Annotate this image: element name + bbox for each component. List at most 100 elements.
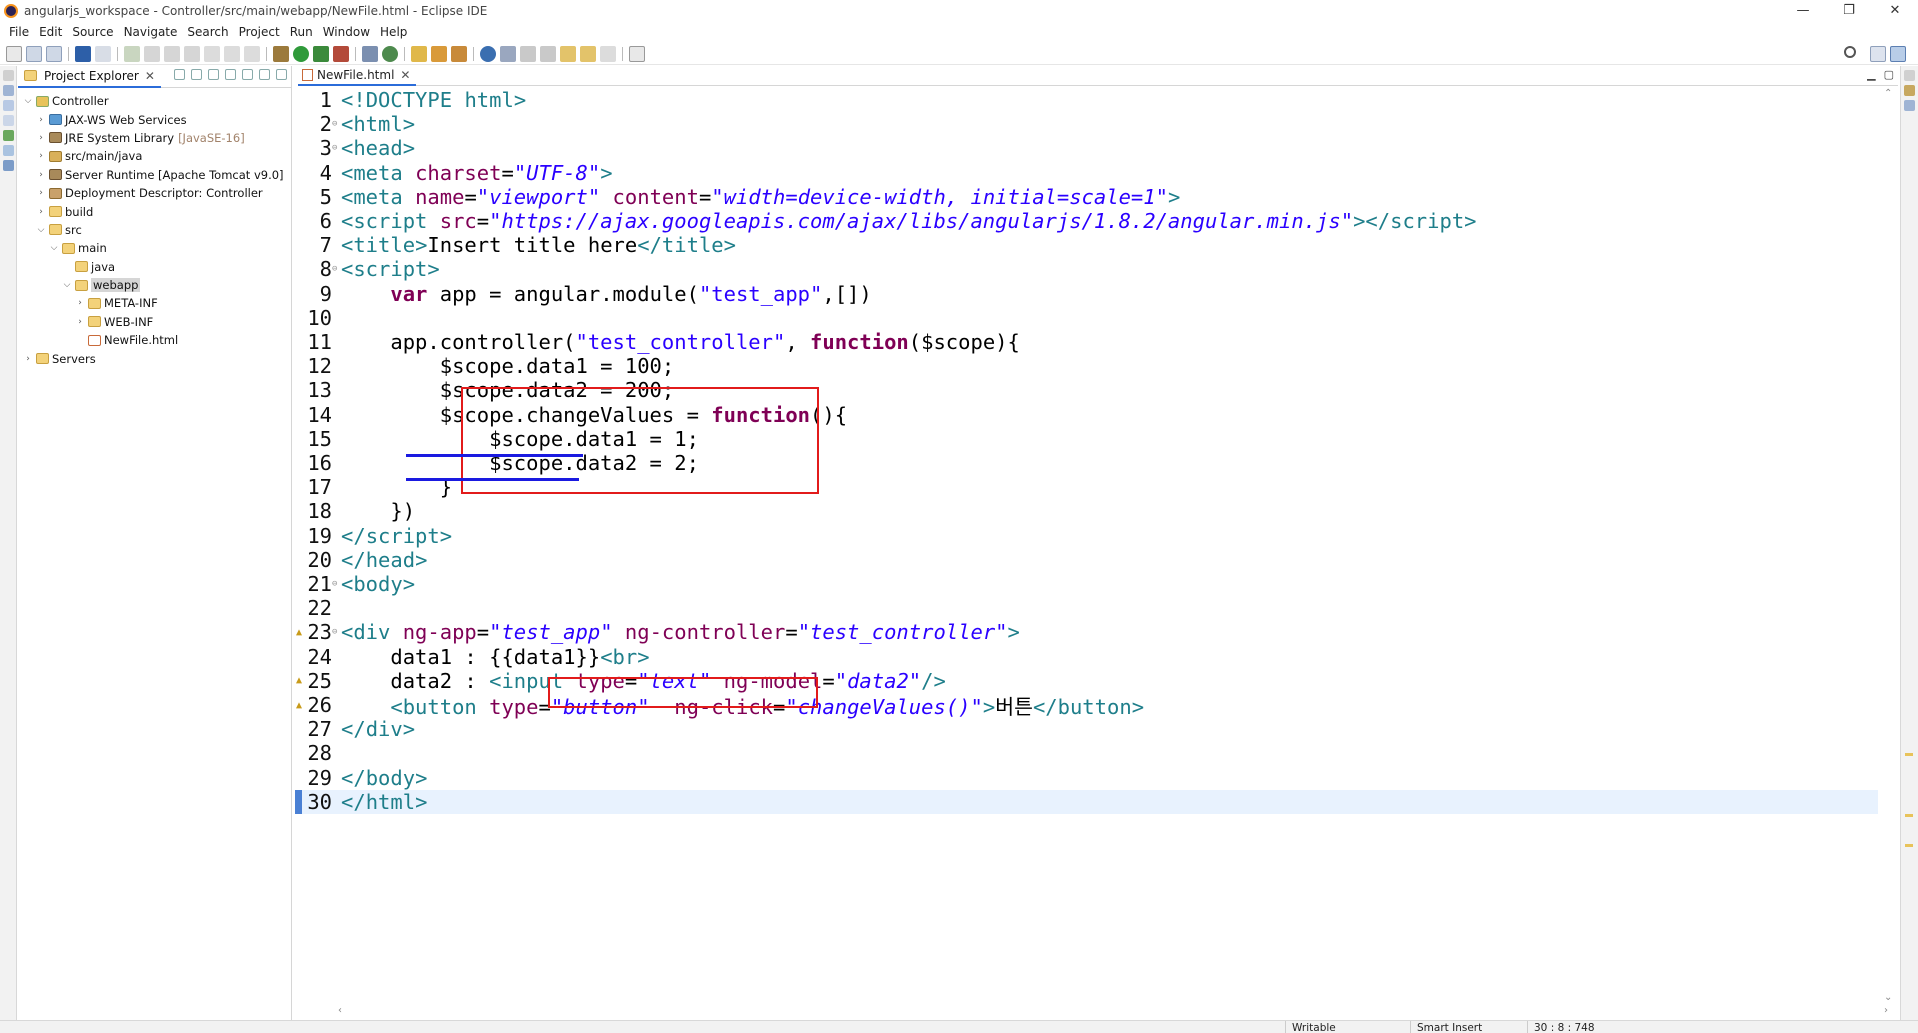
new-class-icon[interactable] <box>382 45 398 62</box>
code-line[interactable]: 8 ⊖ <script> <box>298 257 1878 281</box>
code-line[interactable]: 12 $scope.data1 = 100; <box>298 354 1878 378</box>
code-line[interactable]: ▲ 23 ⊖ <div ng-app="test_app" ng-controller… <box>296 620 1878 644</box>
new-server-icon[interactable] <box>362 45 378 62</box>
problems-icon[interactable] <box>3 115 14 126</box>
terminate-icon[interactable] <box>164 45 180 62</box>
terminal-icon[interactable] <box>75 45 91 62</box>
servers-icon[interactable] <box>3 145 14 156</box>
close-window-button[interactable]: ✕ <box>1872 0 1918 22</box>
chevron-right-icon[interactable]: › <box>35 170 47 180</box>
resume-icon[interactable] <box>124 45 140 62</box>
warning-icon[interactable]: ▲ <box>296 627 302 638</box>
code-line[interactable]: 19 </script> <box>298 524 1878 548</box>
new-icon[interactable] <box>6 45 22 62</box>
debug-icon[interactable] <box>273 45 289 62</box>
code-line[interactable]: 5 <meta name="viewport" content="width=de… <box>298 185 1878 209</box>
tab-project-explorer[interactable]: Project Explorer ✕ <box>18 66 161 88</box>
chevron-down-icon[interactable]: ⌵ <box>35 225 47 235</box>
chevron-right-icon[interactable]: › <box>22 354 34 364</box>
fold-toggle-icon[interactable]: ⊖ <box>332 579 340 589</box>
back-icon[interactable] <box>580 45 596 62</box>
warning-icon[interactable]: ▲ <box>296 675 302 686</box>
code-line[interactable]: 11 app.controller("test_controller", fun… <box>298 330 1878 354</box>
code-line[interactable]: 6 <script src="https://ajax.googleapis.co… <box>298 209 1878 233</box>
chevron-right-icon[interactable]: › <box>74 298 86 308</box>
disconnect-icon[interactable] <box>184 45 200 62</box>
task-view-icon[interactable] <box>1904 100 1915 111</box>
minimize-view-icon[interactable] <box>259 69 270 80</box>
tree-item[interactable]: ⌵ src <box>18 221 291 239</box>
restore-view-icon[interactable] <box>1904 70 1915 81</box>
chevron-down-icon[interactable]: ⌵ <box>22 96 34 106</box>
skip-breakpoints-icon[interactable] <box>95 45 111 62</box>
tree-item[interactable]: › WEB-INF <box>18 313 291 331</box>
chevron-right-icon[interactable]: › <box>35 207 47 217</box>
horizontal-scrollbar[interactable]: ‹ › <box>338 1004 1888 1020</box>
code-line[interactable]: 21 ⊖ <body> <box>298 572 1878 596</box>
run-icon[interactable] <box>293 45 309 62</box>
open-perspective-icon[interactable] <box>629 45 645 62</box>
tree-item[interactable]: › Servers <box>18 349 291 367</box>
chevron-down-icon[interactable]: ⌵ <box>61 280 73 290</box>
fold-toggle-icon[interactable]: ⊖ <box>332 264 340 274</box>
overview-warning-marker[interactable] <box>1905 753 1913 756</box>
close-icon[interactable]: ✕ <box>145 69 155 83</box>
code-line[interactable]: 28 <box>298 741 1878 765</box>
open-type-icon[interactable] <box>411 45 427 62</box>
globe-icon[interactable] <box>480 45 496 62</box>
menu-navigate[interactable]: Navigate <box>119 25 183 39</box>
tree-item[interactable]: ⌵ webapp <box>18 276 291 294</box>
link-with-editor-icon[interactable] <box>191 69 202 80</box>
code-line[interactable]: 22 <box>298 596 1878 620</box>
last-edit-icon[interactable] <box>560 45 576 62</box>
menu-run[interactable]: Run <box>285 25 318 39</box>
tree-item[interactable]: java <box>18 258 291 276</box>
chevron-right-icon[interactable]: › <box>35 188 47 198</box>
java-ee-perspective-icon[interactable] <box>1890 46 1906 62</box>
pin-editor-icon[interactable] <box>500 45 516 62</box>
outline-view-icon[interactable] <box>1904 85 1915 96</box>
code-line[interactable]: 30 </html> <box>295 789 1878 814</box>
fold-toggle-icon[interactable]: ⊖ <box>332 143 340 153</box>
tree-item[interactable]: › Server Runtime [Apache Tomcat v9.0] <box>18 166 291 184</box>
scroll-right-icon[interactable]: › <box>1884 1005 1888 1016</box>
tree-item[interactable]: ⌵ Controller <box>18 92 291 110</box>
tab-newfile-html[interactable]: NewFile.html ✕ <box>298 65 417 86</box>
code-line[interactable]: 9 var app = angular.module("test_app",[]… <box>298 282 1878 306</box>
code-line[interactable]: 29 </body> <box>298 766 1878 790</box>
menu-edit[interactable]: Edit <box>34 25 67 39</box>
tree-item[interactable]: ⌵ main <box>18 239 291 257</box>
task-list-icon[interactable] <box>3 100 14 111</box>
open-task-icon[interactable] <box>431 45 447 62</box>
scroll-up-icon[interactable]: ⌃ <box>1884 88 1892 99</box>
menu-file[interactable]: File <box>4 25 34 39</box>
forward-icon[interactable] <box>600 45 616 62</box>
fold-toggle-icon[interactable]: ⊖ <box>332 119 340 129</box>
coverage-icon[interactable] <box>313 45 329 62</box>
tree-item[interactable]: › META-INF <box>18 294 291 312</box>
code-line[interactable]: 10 <box>298 306 1878 330</box>
minimize-button[interactable]: — <box>1780 0 1826 22</box>
restore-button[interactable]: ❐ <box>1826 0 1872 22</box>
chevron-right-icon[interactable]: › <box>35 151 47 161</box>
chevron-right-icon[interactable]: › <box>35 133 47 143</box>
tree-item[interactable]: NewFile.html <box>18 331 291 349</box>
code-line[interactable]: 3 ⊖ <head> <box>298 136 1878 160</box>
focus-icon[interactable] <box>225 69 236 80</box>
step-over-icon[interactable] <box>224 45 240 62</box>
filter-icon[interactable] <box>208 69 219 80</box>
maximize-editor-icon[interactable]: ▢ <box>1884 68 1894 81</box>
next-annotation-icon[interactable] <box>520 45 536 62</box>
code-line[interactable]: 4 <meta charset="UTF-8"> <box>298 161 1878 185</box>
maximize-view-icon[interactable] <box>276 69 287 80</box>
menu-search[interactable]: Search <box>182 25 233 39</box>
tree-item[interactable]: › JRE System Library [JavaSE-16] <box>18 129 291 147</box>
menu-help[interactable]: Help <box>375 25 412 39</box>
scroll-down-icon[interactable]: ⌄ <box>1884 992 1892 1003</box>
search-tool-icon[interactable] <box>451 45 467 62</box>
vertical-scrollbar[interactable]: ⌃ ⌄ <box>1880 88 1898 1003</box>
suspend-icon[interactable] <box>144 45 160 62</box>
save-icon[interactable] <box>26 45 42 62</box>
restore-view-icon[interactable] <box>3 70 14 81</box>
step-into-icon[interactable] <box>204 45 220 62</box>
